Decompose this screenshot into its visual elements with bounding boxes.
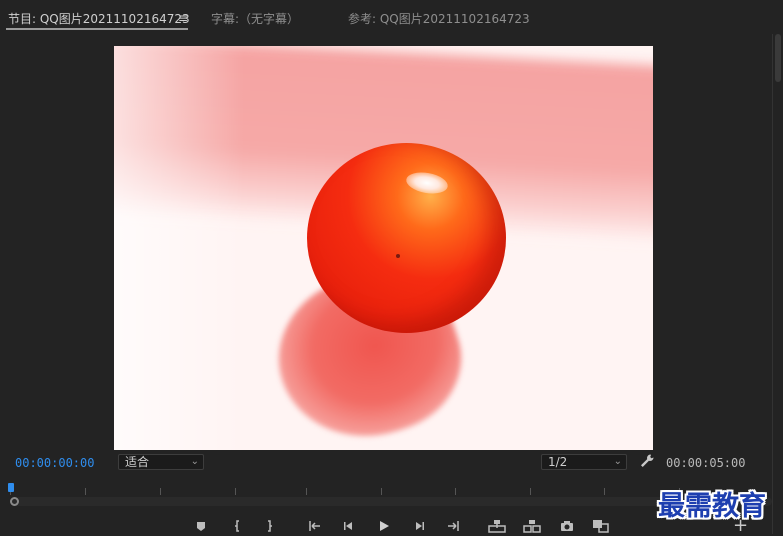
- ruler-tick: [160, 488, 161, 495]
- panel-tab-bar: 节目: QQ图片20211102164723 ≡ 字幕:（无字幕） 参考: QQ…: [0, 0, 783, 34]
- wrench-settings-icon[interactable]: [638, 452, 656, 470]
- ruler-tick: [530, 488, 531, 495]
- scrollbar-handle[interactable]: [10, 497, 19, 506]
- ruler-tick: [235, 488, 236, 495]
- tab-program-monitor[interactable]: 节目: QQ图片20211102164723: [8, 10, 190, 27]
- add-marker-icon[interactable]: [193, 518, 209, 534]
- panel-divider: [772, 34, 773, 534]
- export-frame-icon[interactable]: [559, 518, 575, 534]
- tab-reference-monitor[interactable]: 参考: QQ图片20211102164723: [348, 10, 530, 27]
- zoom-level-select[interactable]: 适合 ⌄: [118, 454, 204, 470]
- step-forward-icon[interactable]: [411, 518, 427, 534]
- zoom-level-value: 适合: [125, 455, 150, 469]
- ruler-tick: [604, 488, 605, 495]
- ruler-tick: [306, 488, 307, 495]
- orange-fruit: [307, 143, 506, 333]
- active-tab-underline: [6, 28, 188, 30]
- step-back-icon[interactable]: [341, 518, 357, 534]
- duration-timecode: 00:00:05:00: [666, 456, 746, 470]
- lift-icon[interactable]: [488, 518, 506, 534]
- go-to-out-icon[interactable]: [445, 518, 461, 534]
- current-timecode[interactable]: 00:00:00:00: [15, 456, 94, 470]
- tab-captions[interactable]: 字幕:（无字幕）: [211, 10, 299, 27]
- ruler-tick: [455, 488, 456, 495]
- go-to-in-icon[interactable]: [307, 518, 323, 534]
- chevron-down-icon: ⌄: [190, 456, 199, 467]
- play-icon[interactable]: [376, 518, 392, 534]
- chevron-down-icon: ⌄: [613, 456, 622, 467]
- playback-resolution-select[interactable]: 1/2 ⌄: [541, 454, 627, 470]
- watermark-logo: 最需教育: [658, 491, 766, 522]
- mark-out-icon[interactable]: [261, 518, 277, 534]
- video-preview[interactable]: [114, 46, 653, 450]
- add-button-icon[interactable]: +: [733, 517, 748, 535]
- hamburger-menu-icon[interactable]: ≡: [178, 11, 188, 25]
- playhead[interactable]: [8, 483, 14, 492]
- playback-resolution-value: 1/2: [548, 455, 568, 469]
- extract-icon[interactable]: [523, 518, 541, 534]
- orange-stem: [396, 254, 400, 258]
- preview-background-fade: [114, 46, 244, 450]
- ruler-tick: [85, 488, 86, 495]
- mark-in-icon[interactable]: [230, 518, 246, 534]
- panel-scroll-thumb[interactable]: [775, 34, 781, 82]
- ruler-tick: [381, 488, 382, 495]
- comparison-view-icon[interactable]: [592, 518, 609, 534]
- time-ruler[interactable]: [0, 482, 772, 496]
